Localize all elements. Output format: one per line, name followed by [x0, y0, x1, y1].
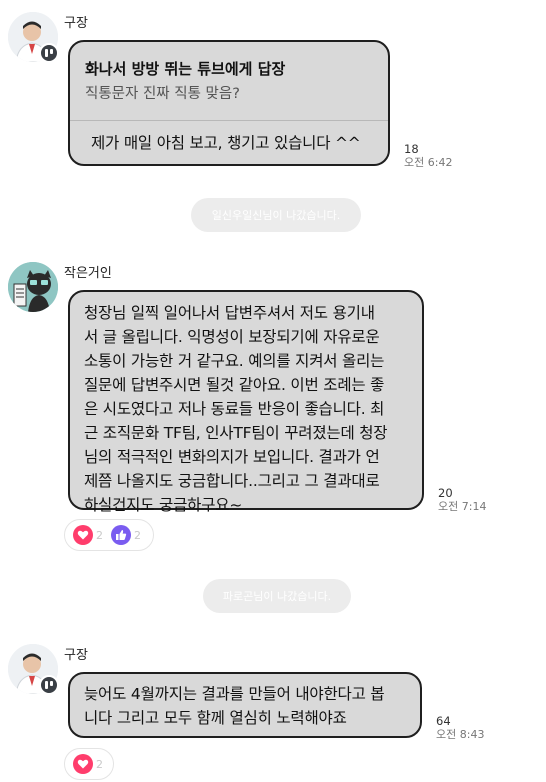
message-line: 니다 그리고 모두 함께 열심히 노력해야죠 [84, 709, 347, 727]
unread-count: 18 [404, 142, 419, 156]
message-meta: 64 오전 8:43 [436, 714, 484, 742]
message-line: 근 조직문화 TF팀, 인사TF팀이 꾸려졌는데 청장 [84, 424, 388, 442]
reaction-bar[interactable]: 2 [64, 748, 114, 780]
message-line: 제쯤 나올지도 궁금합니다..그리고 그 결과대로 [84, 472, 380, 490]
unread-count: 20 [438, 486, 453, 500]
system-notice: 파로곤님이 나갔습니다. [203, 579, 351, 613]
profile-character [8, 262, 58, 312]
message-time: 오전 7:14 [438, 500, 487, 513]
heart-icon [73, 754, 93, 774]
reaction-heart[interactable]: 2 [73, 754, 103, 774]
message-line: 늦어도 4월까지는 결과를 만들어 내야한다고 봅 [84, 685, 385, 703]
sender-name: 구장 [64, 648, 88, 663]
message-line: 청장님 일찍 일어나서 답변주셔서 저도 용기내 [84, 304, 375, 322]
reaction-count: 2 [96, 528, 103, 542]
message-bubble[interactable]: 청장님 일찍 일어나서 답변주셔서 저도 용기내 서 글 올립니다. 익명성이 … [68, 290, 424, 514]
message-time: 오전 6:42 [404, 156, 453, 169]
avatar-gujang[interactable] [8, 644, 59, 695]
message-line: 질문에 답변주시면 될것 같아요. 이번 조례는 좋 [84, 376, 385, 394]
message-text: 늦어도 4월까지는 결과를 만들어 내야한다고 봅 니다 그리고 모두 함께 열… [84, 682, 385, 730]
unread-count: 64 [436, 714, 451, 728]
reaction-count: 2 [96, 757, 103, 771]
message-line: 소통이 가능한 거 같구요. 예의를 지켜서 올리는 [84, 352, 385, 370]
message-meta: 20 오전 7:14 [438, 486, 486, 514]
thumbs-up-icon [111, 525, 131, 545]
avatar-jageungeoin[interactable] [8, 262, 58, 312]
message-line: 서 글 올립니다. 익명성이 보장되기에 자유로운 [84, 328, 380, 346]
channel-badge-icon [39, 675, 59, 695]
message-bubble[interactable]: 늦어도 4월까지는 결과를 만들어 내야한다고 봅 니다 그리고 모두 함께 열… [68, 672, 422, 738]
sender-name: 작은거인 [64, 266, 112, 281]
message-line: 하실건지도 궁금하구요~ [84, 496, 243, 514]
reply-message-bubble[interactable]: 화나서 방방 뛰는 튜브에게 답장 직통문자 진짜 직통 맞음? 제가 매일 아… [68, 40, 390, 166]
system-notice: 일신우일신님이 나갔습니다. [191, 198, 361, 232]
message-line: 은 시도였다고 저나 동료들 반응이 좋습니다. 최 [84, 400, 385, 418]
reaction-like[interactable]: 2 [111, 525, 141, 545]
message-time: 오전 8:43 [436, 728, 485, 741]
reply-divider [70, 120, 388, 121]
message-text: 청장님 일찍 일어나서 답변주셔서 저도 용기내 서 글 올립니다. 익명성이 … [84, 301, 388, 517]
reaction-bar[interactable]: 2 2 [64, 519, 154, 551]
message-line: 님의 적극적인 변화의지가 보입니다. 결과가 언 [84, 448, 380, 466]
channel-badge-icon [39, 43, 59, 63]
sender-name: 구장 [64, 16, 88, 31]
reaction-count: 2 [134, 528, 141, 542]
reply-title: 화나서 방방 뛰는 튜브에게 답장 [85, 60, 286, 78]
message-meta: 18 오전 6:42 [404, 142, 452, 170]
reply-quote: 직통문자 진짜 직통 맞음? [85, 86, 240, 102]
message-text: 제가 매일 아침 보고, 챙기고 있습니다 ^^ [91, 134, 361, 152]
avatar-gujang[interactable] [8, 12, 59, 63]
reaction-heart[interactable]: 2 [73, 525, 103, 545]
heart-icon [73, 525, 93, 545]
